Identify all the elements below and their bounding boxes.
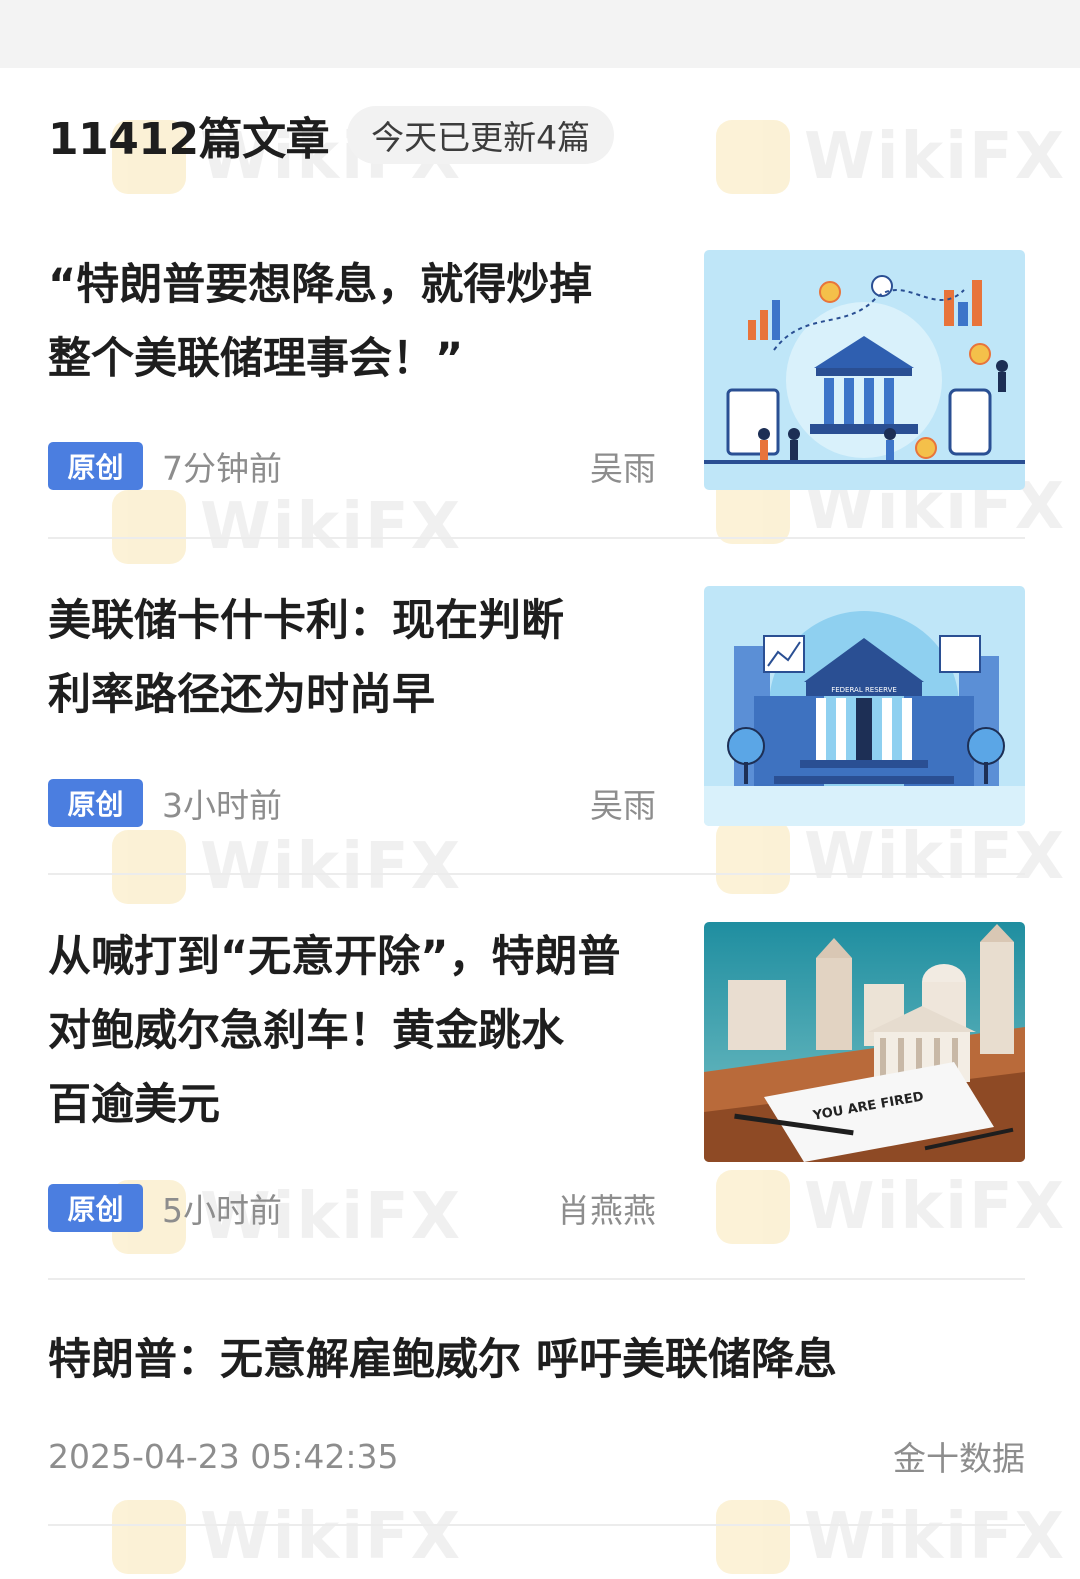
author-name: 吴雨 bbox=[590, 786, 656, 825]
article-thumbnail[interactable]: FEDERAL RESERVE bbox=[704, 586, 1025, 826]
federal-reserve-building-thumbnail: FEDERAL RESERVE bbox=[704, 586, 1025, 826]
wikifx-logo-icon bbox=[716, 120, 790, 194]
article-item[interactable]: “特朗普要想降息，就得炒掉 整个美联储理事会！” 原创 7分钟前 吴雨 bbox=[48, 250, 1025, 490]
article-title-line: 美联储卡什卡利：现在判断 bbox=[48, 596, 564, 646]
wikifx-watermark: WikiFX bbox=[716, 120, 1066, 194]
original-badge: 原创 bbox=[48, 1184, 143, 1232]
article-count: 11412篇文章 bbox=[48, 114, 330, 165]
article-meta: 原创 5小时前 肖燕燕 bbox=[48, 1184, 656, 1232]
original-badge: 原创 bbox=[48, 442, 143, 490]
wikifx-watermark: WikiFX bbox=[112, 490, 462, 564]
watermark-text: WikiFX bbox=[804, 120, 1067, 194]
publish-date: 2025-04-23 05:42:35 bbox=[48, 1436, 399, 1476]
publish-time: 7分钟前 bbox=[162, 449, 282, 488]
original-badge: 原创 bbox=[48, 779, 143, 827]
article-title[interactable]: 美联储卡什卡利：现在判断 利率路径还为时尚早 bbox=[48, 584, 663, 732]
finance-infographic-thumbnail bbox=[704, 250, 1025, 490]
wikifx-watermark: WikiFX bbox=[716, 1500, 1066, 1574]
list-header: 11412篇文章 今天已更新4篇 bbox=[48, 104, 615, 166]
watermark-text: WikiFX bbox=[200, 490, 463, 564]
you-are-fired-desk-thumbnail: YOU ARE FIRED bbox=[704, 922, 1025, 1162]
wikifx-logo-icon bbox=[716, 820, 790, 894]
wikifx-logo-icon bbox=[112, 830, 186, 904]
article-item[interactable]: 从喊打到“无意开除”，特朗普 对鲍威尔急刹车！黄金跳水 百逾美元 原创 5小时前… bbox=[48, 922, 1025, 1232]
article-title[interactable]: 从喊打到“无意开除”，特朗普 对鲍威尔急刹车！黄金跳水 百逾美元 bbox=[48, 920, 663, 1142]
wikifx-logo-icon bbox=[716, 1500, 790, 1574]
article-title[interactable]: 特朗普：无意解雇鲍威尔 呼吁美联储降息 bbox=[48, 1330, 837, 1390]
updated-today-badge: 今天已更新4篇 bbox=[347, 106, 615, 164]
article-item[interactable]: 美联储卡什卡利：现在判断 利率路径还为时尚早 原创 3小时前 吴雨 FEDERA… bbox=[48, 584, 1025, 827]
source-name: 金十数据 bbox=[893, 1439, 1025, 1478]
article-thumbnail[interactable] bbox=[704, 250, 1025, 490]
article-title-line: 百逾美元 bbox=[48, 1080, 220, 1130]
article-title-line: 利率路径还为时尚早 bbox=[48, 670, 435, 720]
article-thumbnail[interactable]: YOU ARE FIRED bbox=[704, 922, 1025, 1162]
publish-time: 5小时前 bbox=[162, 1191, 282, 1230]
watermark-text: WikiFX bbox=[804, 820, 1067, 894]
wikifx-logo-icon bbox=[112, 490, 186, 564]
article-title-line: 对鲍威尔急刹车！黄金跳水 bbox=[48, 1006, 564, 1056]
watermark-text: WikiFX bbox=[200, 830, 463, 904]
wikifx-watermark: WikiFX bbox=[112, 830, 462, 904]
publish-time: 3小时前 bbox=[162, 786, 282, 825]
article-title-line: 整个美联储理事会！” bbox=[48, 334, 464, 384]
article-meta: 原创 3小时前 吴雨 bbox=[48, 779, 656, 827]
watermark-text: WikiFX bbox=[200, 1500, 463, 1574]
article-title-line: “特朗普要想降息，就得炒掉 bbox=[48, 260, 593, 310]
article-meta: 2025-04-23 05:42:35 金十数据 bbox=[48, 1432, 1025, 1480]
top-band bbox=[0, 0, 1080, 68]
divider bbox=[48, 537, 1025, 539]
article-title-line: 从喊打到“无意开除”，特朗普 bbox=[48, 932, 621, 982]
wikifx-logo-icon bbox=[112, 1500, 186, 1574]
watermark-text: WikiFX bbox=[804, 1500, 1067, 1574]
wikifx-watermark: WikiFX bbox=[112, 1500, 462, 1574]
author-name: 肖燕燕 bbox=[557, 1191, 656, 1230]
wikifx-watermark: WikiFX bbox=[716, 820, 1066, 894]
divider bbox=[48, 873, 1025, 875]
article-title[interactable]: “特朗普要想降息，就得炒掉 整个美联储理事会！” bbox=[48, 248, 663, 396]
article-meta: 原创 7分钟前 吴雨 bbox=[48, 442, 656, 490]
thumb-sign: FEDERAL RESERVE bbox=[831, 686, 897, 694]
author-name: 吴雨 bbox=[590, 449, 656, 488]
divider bbox=[48, 1524, 1025, 1526]
divider bbox=[48, 1278, 1025, 1280]
